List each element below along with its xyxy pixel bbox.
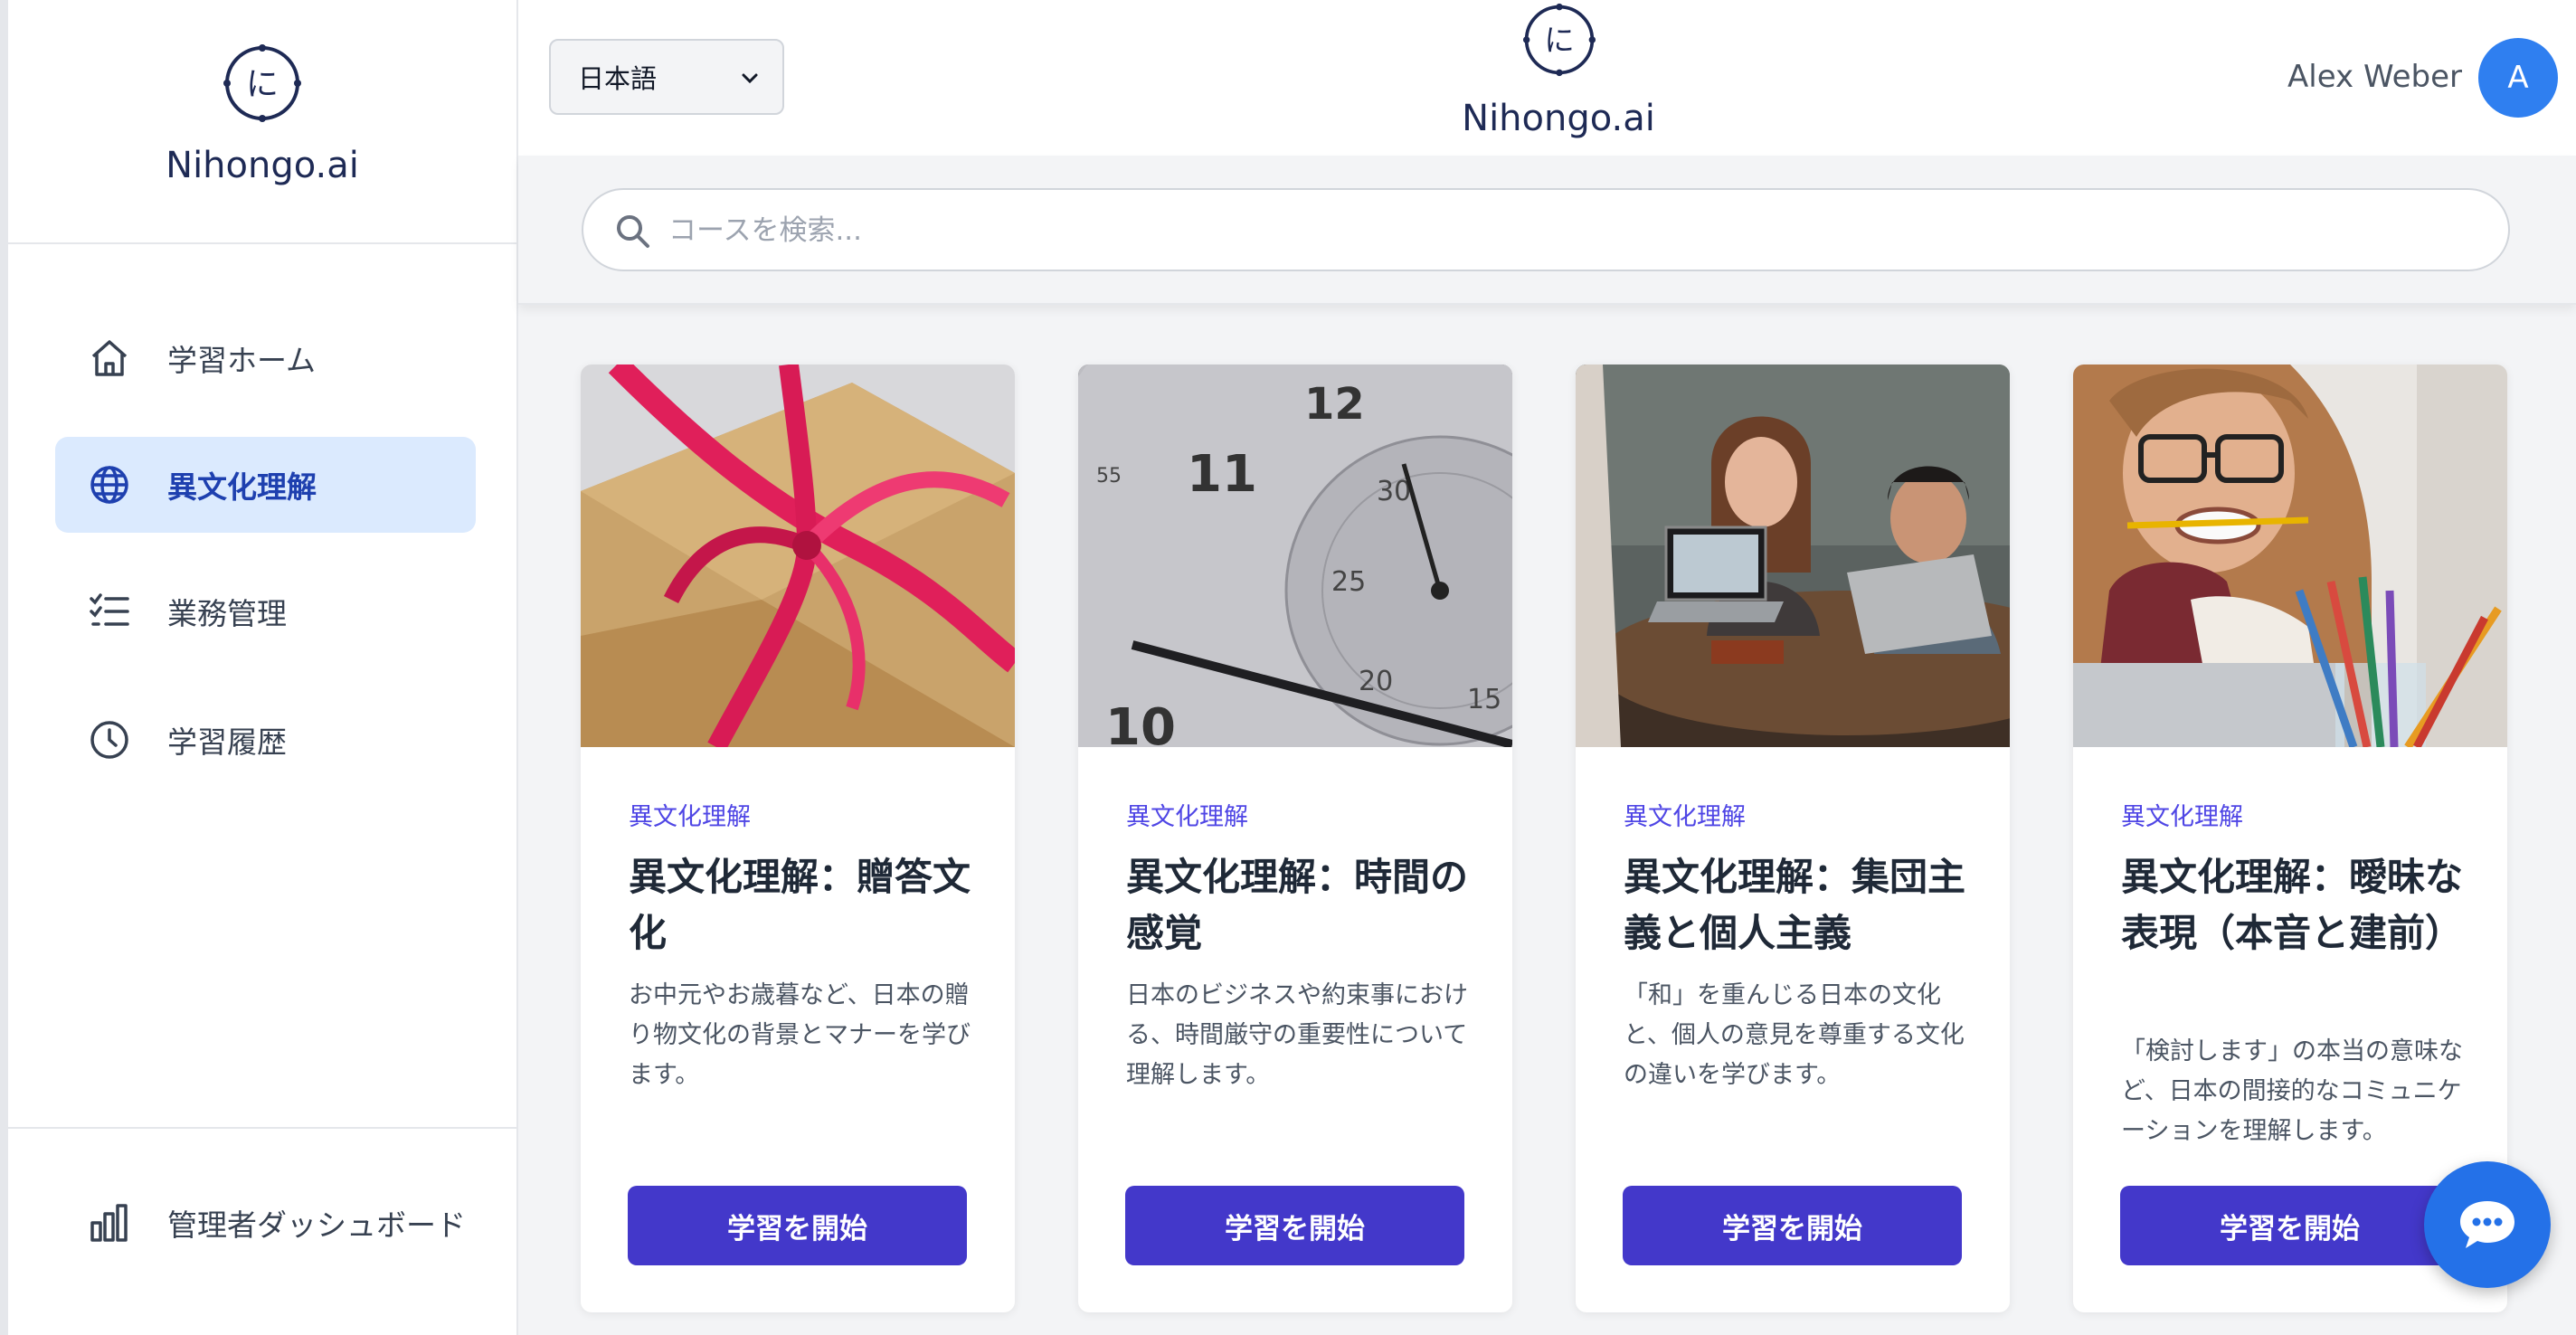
bar-chart-icon: [90, 1204, 128, 1242]
start-learning-button[interactable]: 学習を開始: [628, 1186, 967, 1265]
sidebar-item-tasks[interactable]: 業務管理: [55, 563, 476, 659]
header-logo-icon[interactable]: に: [1522, 3, 1596, 77]
card-title: 異文化理解：集団主義と個人主義: [1624, 855, 1966, 955]
card-category: 異文化理解: [1624, 803, 1746, 831]
start-learning-button[interactable]: 学習を開始: [1623, 1186, 1962, 1265]
search-input[interactable]: [668, 199, 2477, 262]
course-image-meeting: [1576, 365, 2010, 747]
language-value: 日本語: [578, 63, 658, 94]
user-name: Alex Weber: [2287, 59, 2462, 95]
globe-icon: [90, 466, 128, 504]
sidebar: に Nihongo.ai 学習ホーム 異文化理解 業務管理 学習履歴 管理者ダッ…: [0, 0, 518, 1335]
search-box[interactable]: [582, 188, 2510, 271]
sidebar-brand[interactable]: に Nihongo.ai: [8, 0, 516, 244]
card-description: 日本のビジネスや約束事における、時間厳守の重要性について理解します。: [1126, 981, 1468, 1089]
card-category: 異文化理解: [629, 803, 751, 831]
start-learning-button[interactable]: 学習を開始: [2120, 1186, 2459, 1265]
card-title: 異文化理解：時間の感覚: [1126, 855, 1469, 955]
search-bar-area: [518, 156, 2576, 305]
svg-text:11: 11: [1187, 445, 1257, 504]
svg-text:20: 20: [1359, 666, 1393, 697]
home-icon: [91, 340, 128, 376]
course-card: 異文化理解 異文化理解：集団主義と個人主義 「和」を重んじる日本の文化と、個人の…: [1576, 365, 2010, 1312]
svg-text:10: 10: [1105, 698, 1176, 747]
sidebar-item-label: 学習ホーム: [167, 343, 317, 378]
header-brand-name[interactable]: Nihongo.ai: [1332, 98, 1785, 139]
card-category: 異文化理解: [2121, 803, 2243, 831]
svg-text:30: 30: [1377, 476, 1411, 507]
card-title: 異文化理解：贈答文化: [629, 855, 971, 955]
course-card: 異文化理解 異文化理解：贈答文化 お中元やお歳暮など、日本の贈り物文化の背景とマ…: [581, 365, 1015, 1312]
sidebar-item-label: 異文化理解: [167, 469, 317, 505]
svg-text:25: 25: [1331, 566, 1366, 598]
admin-dashboard-label: 管理者ダッシュボード: [167, 1207, 466, 1243]
course-card: 異文化理解 異文化理解：曖昧な表現（本音と建前） 「検討します」の本当の意味など…: [2073, 365, 2507, 1312]
sidebar-item-label: 学習履歴: [167, 724, 287, 760]
card-description: お中元やお歳暮など、日本の贈り物文化の背景とマナーを学びます。: [629, 981, 971, 1089]
card-description: 「検討します」の本当の意味など、日本の間接的なコミュニケーションを理解します。: [2121, 1037, 2463, 1145]
sidebar-item-home[interactable]: 学習ホーム: [55, 310, 476, 406]
svg-text:15: 15: [1467, 684, 1501, 715]
svg-text:12: 12: [1304, 379, 1365, 430]
header-logo-glyph: に: [1544, 23, 1575, 58]
card-category: 異文化理解: [1126, 803, 1248, 831]
language-select[interactable]: 日本語: [549, 39, 784, 115]
course-card: 11 12 10 30 25 20 15 55 異文化理解 異文化理解：時間の感…: [1078, 365, 1512, 1312]
start-learning-button[interactable]: 学習を開始: [1125, 1186, 1464, 1265]
search-icon: [617, 215, 649, 248]
sidebar-item-cross-culture[interactable]: 異文化理解: [55, 437, 476, 533]
sidebar-item-admin-dashboard[interactable]: 管理者ダッシュボード: [55, 1178, 476, 1268]
clock-icon: [90, 721, 128, 759]
sidebar-item-history[interactable]: 学習履歴: [55, 692, 476, 788]
brand-name: Nihongo.ai: [166, 145, 359, 186]
chat-button[interactable]: [2424, 1161, 2551, 1288]
course-image-gift: [581, 365, 1015, 747]
svg-text:55: 55: [1096, 465, 1122, 488]
chat-bubble-icon: [2460, 1201, 2514, 1248]
course-image-clock: 11 12 10 30 25 20 15 55: [1078, 365, 1512, 747]
chevron-down-icon: [742, 73, 758, 84]
course-image-woman: [2073, 365, 2507, 747]
card-description: 「和」を重んじる日本の文化と、個人の意見を尊重する文化の違いを学びます。: [1624, 981, 1965, 1089]
checklist-icon: [90, 593, 129, 626]
logo-icon: に: [223, 44, 301, 122]
avatar[interactable]: A: [2478, 38, 2558, 118]
card-title: 異文化理解：曖昧な表現（本音と建前）: [2121, 855, 2464, 955]
sidebar-item-label: 業務管理: [167, 596, 287, 631]
logo-glyph: に: [246, 66, 279, 103]
top-header: 日本語 に Nihongo.ai Alex Weber A: [518, 0, 2576, 156]
